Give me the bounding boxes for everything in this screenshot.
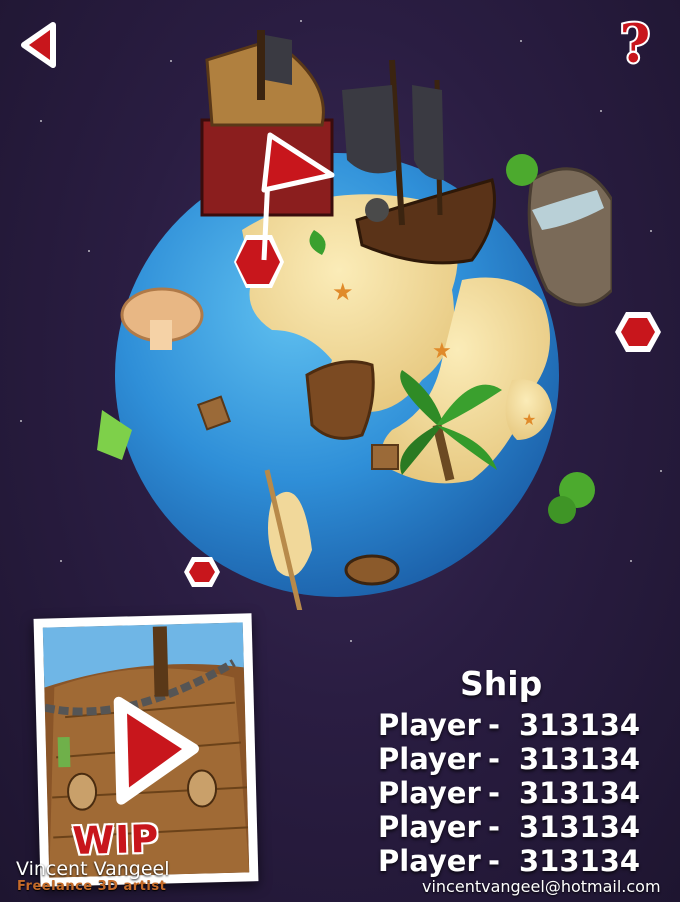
starfish-icon: ★ [332, 278, 354, 306]
leaderboard-title: Ship [460, 664, 543, 703]
player-name: Player [378, 844, 481, 878]
back-arrow-icon [21, 22, 56, 68]
rock-cliff [527, 167, 614, 307]
question-mark-icon: ? [618, 12, 652, 77]
leaderboard-row: Player - 313134 [378, 810, 641, 844]
planet-world[interactable]: ★ ★ ★ [92, 30, 614, 621]
help-button[interactable]: ? [612, 12, 658, 77]
author-email: vincentvangeel@hotmail.com [422, 877, 661, 896]
svg-text:?: ? [620, 14, 650, 70]
leaderboard-row: Player - 313134 [378, 708, 641, 742]
hexagon-marker-icon [615, 312, 661, 352]
player-score: 313134 [519, 810, 641, 844]
player-name: Player [378, 742, 481, 776]
separator: - [488, 844, 501, 878]
separator: - [488, 810, 501, 844]
player-name: Player [378, 776, 481, 810]
author-role: Freelance 3D artist [17, 879, 167, 894]
separator: - [488, 776, 501, 810]
separator: - [488, 742, 501, 776]
player-score: 313134 [519, 708, 641, 742]
level-preview-card[interactable]: WIP [33, 613, 259, 887]
svg-text:★: ★ [432, 339, 452, 364]
leaderboard-row: Player - 313134 [378, 742, 641, 776]
separator: - [488, 708, 501, 742]
level-marker-right[interactable] [612, 309, 664, 355]
player-score: 313134 [519, 776, 641, 810]
svg-text:★: ★ [522, 410, 536, 429]
level-marker-left[interactable] [182, 555, 222, 589]
pirate-ship [342, 59, 496, 265]
wip-badge: WIP [71, 816, 160, 863]
shipwreck-hull [305, 360, 375, 440]
back-button[interactable] [20, 22, 58, 68]
level-preview-image: WIP [42, 622, 250, 878]
player-score: 313134 [519, 844, 641, 878]
play-icon[interactable] [111, 694, 204, 806]
barrel [344, 554, 400, 586]
author-name: Vincent Vangeel [16, 858, 170, 880]
hexagon-marker-icon [184, 557, 220, 587]
player-name: Player [378, 810, 481, 844]
crate [371, 444, 399, 470]
leaderboard-row: Player - 313134 [378, 844, 641, 878]
player-score: 313134 [519, 742, 641, 776]
player-name: Player [378, 708, 481, 742]
leaderboard-row: Player - 313134 [378, 776, 641, 810]
